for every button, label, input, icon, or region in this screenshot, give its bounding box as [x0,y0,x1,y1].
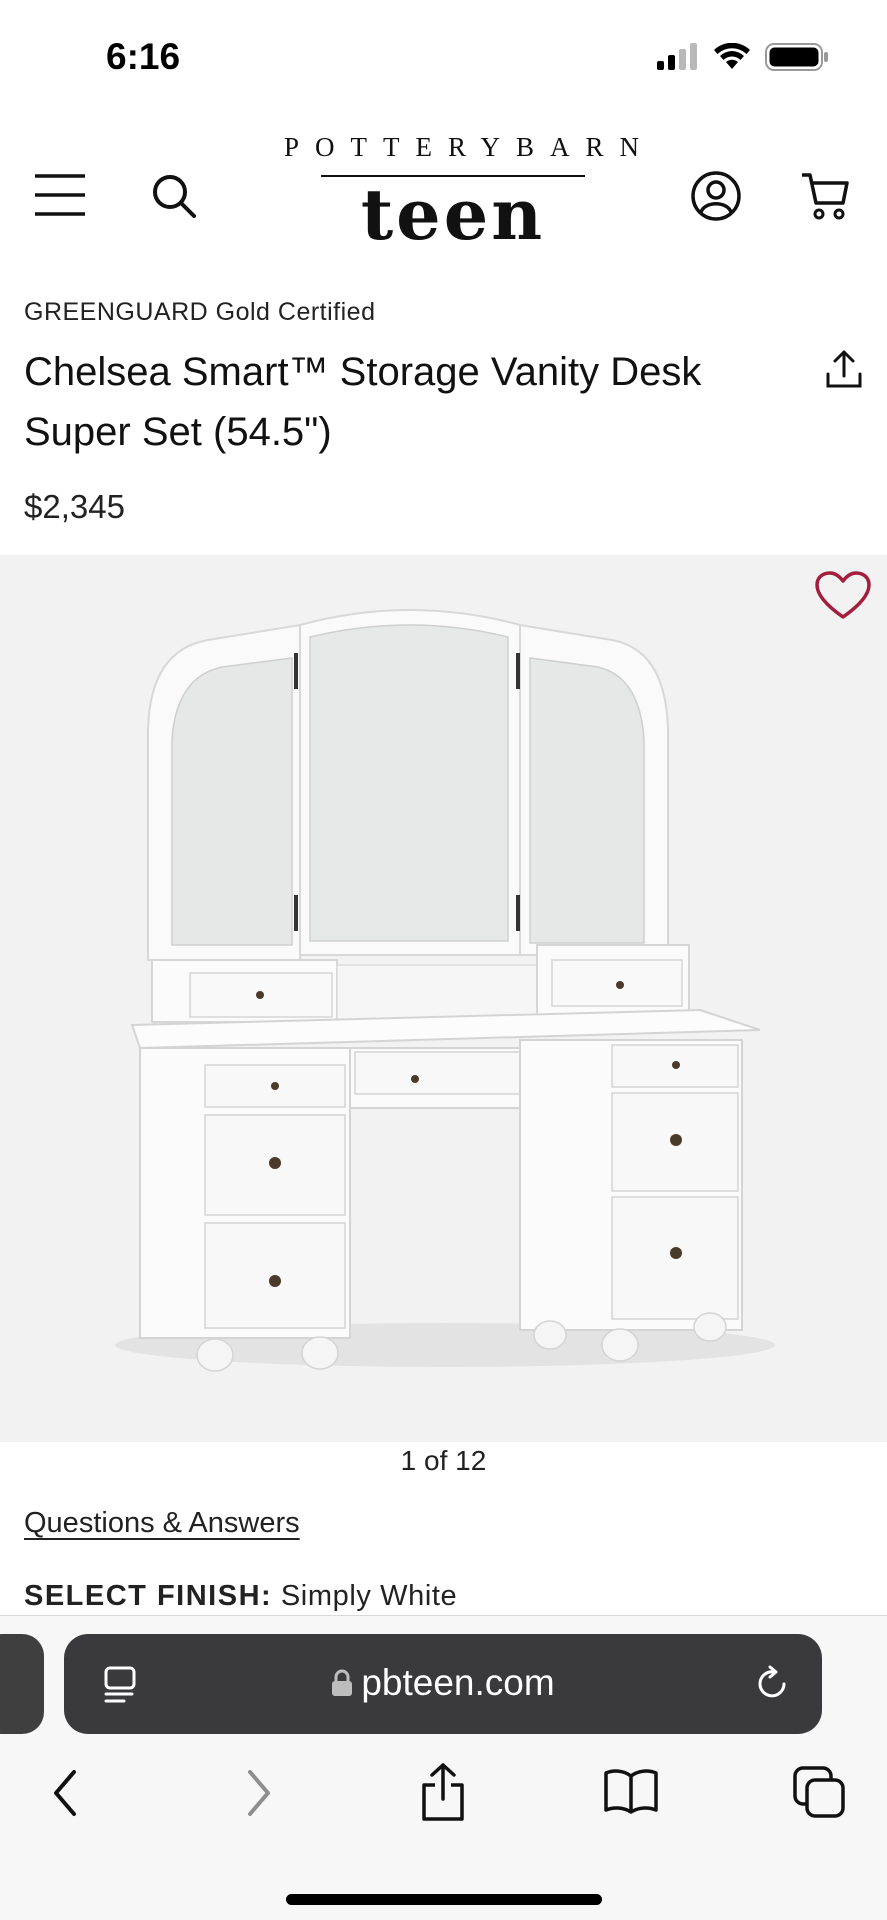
favorite-heart-icon[interactable] [815,571,871,621]
product-image-gallery[interactable] [0,555,887,1442]
tabs-icon[interactable] [793,1766,845,1818]
menu-icon[interactable] [34,173,86,217]
browser-chrome: pbteen.com [0,1615,887,1920]
lock-icon [332,1669,353,1696]
site-header: POTTERYBARN teen [0,118,887,278]
certification-label: GREENGUARD Gold Certified [24,298,376,326]
status-bar: 6:16 [0,0,887,118]
wifi-icon [714,43,750,69]
status-time: 6:16 [106,36,181,77]
back-icon[interactable] [48,1766,84,1820]
finish-label: SELECT FINISH: [24,1580,273,1612]
product-title: Chelsea Smart™ Storage Vanity Desk Super… [24,350,702,454]
select-finish[interactable]: SELECT FINISH: Simply White [24,1580,457,1613]
finish-value: Simply White [280,1580,458,1612]
questions-answers-link[interactable]: Questions & Answers [24,1507,300,1540]
site-logo[interactable]: POTTERYBARN teen [270,132,656,256]
address-bar[interactable]: pbteen.com [64,1634,822,1734]
share-icon[interactable] [824,348,864,392]
share-icon[interactable] [418,1761,468,1823]
image-counter: 1 of 12 [400,1445,487,1476]
cellular-signal-icon [657,43,697,70]
product-price: $2,345 [24,488,125,525]
search-icon[interactable] [150,172,198,220]
cart-icon[interactable] [800,170,850,222]
logo-bottom: teen [360,173,546,256]
address-url: pbteen.com [64,1662,822,1704]
status-icons [655,42,829,72]
product-image [115,609,775,1372]
battery-icon [765,43,828,71]
logo-top: POTTERYBARN [284,132,656,162]
url-text: pbteen.com [361,1662,555,1703]
bookmarks-icon[interactable] [603,1766,659,1816]
forward-icon[interactable] [240,1766,276,1820]
reload-icon[interactable] [752,1664,792,1704]
home-indicator [286,1894,602,1905]
previous-tab-stub[interactable] [0,1634,44,1734]
account-icon[interactable] [690,170,742,222]
